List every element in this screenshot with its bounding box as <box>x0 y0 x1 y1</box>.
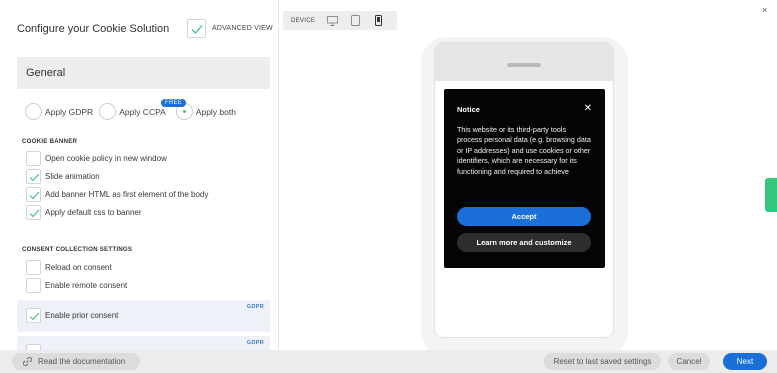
accept-button[interactable]: Accept <box>457 207 591 226</box>
cookie-banner-heading: COOKIE BANNER <box>22 138 78 145</box>
checkbox-prior-consent[interactable] <box>26 308 41 323</box>
advanced-view-label: ADVANCED VIEW <box>212 25 273 32</box>
bottom-action-bar: Read the documentation Reset to last sav… <box>0 350 777 373</box>
check-icon <box>29 191 40 200</box>
notice-title: Notice <box>457 105 480 114</box>
advanced-view-toggle[interactable]: ADVANCED VIEW <box>187 19 273 38</box>
checkbox-remote-consent[interactable] <box>26 278 41 293</box>
side-feedback-tab[interactable] <box>765 178 777 212</box>
option-open-policy-new-window[interactable]: Open cookie policy in new window <box>26 151 167 166</box>
checkbox-default-css[interactable] <box>26 205 41 220</box>
cancel-button[interactable]: Cancel <box>668 353 710 370</box>
read-documentation-label: Read the documentation <box>38 357 126 366</box>
checkbox-banner-html-first[interactable] <box>26 187 41 202</box>
notice-close-icon[interactable]: ✕ <box>584 103 592 114</box>
option-remote-consent[interactable]: Enable remote consent <box>26 278 127 293</box>
read-documentation-button[interactable]: Read the documentation <box>12 353 140 370</box>
next-button[interactable]: Next <box>723 353 767 370</box>
option-reload-on-consent[interactable]: Reload on consent <box>26 260 112 275</box>
radio-apply-gdpr[interactable] <box>25 103 42 120</box>
option-label: Add banner HTML as first element of the … <box>45 190 209 199</box>
reset-settings-button[interactable]: Reset to last saved settings <box>544 353 661 370</box>
check-icon <box>29 312 40 321</box>
check-icon <box>29 209 40 218</box>
prior-consent-card: GDPR Enable prior consent <box>17 300 270 332</box>
link-icon <box>23 357 32 366</box>
checkbox-reload-on-consent[interactable] <box>26 260 41 275</box>
config-panel: Configure your Cookie Solution ADVANCED … <box>0 0 279 350</box>
device-selector: DEVICE <box>283 11 397 30</box>
option-label: Open cookie policy in new window <box>45 154 167 163</box>
close-icon[interactable]: × <box>762 5 767 15</box>
option-label: Enable prior consent <box>45 311 119 320</box>
radio-apply-both-label[interactable]: Apply both <box>196 107 236 117</box>
check-icon <box>29 173 40 182</box>
option-label: Enable remote consent <box>45 281 128 290</box>
mobile-icon[interactable] <box>371 14 385 28</box>
checkbox-slide-animation[interactable] <box>26 169 41 184</box>
notice-text-fade <box>444 181 605 193</box>
advanced-view-checkbox[interactable] <box>187 19 206 38</box>
learn-more-button[interactable]: Learn more and customize <box>457 233 591 252</box>
option-default-css[interactable]: Apply default css to banner <box>26 205 142 220</box>
desktop-icon[interactable] <box>325 14 339 28</box>
cookie-notice-banner: Notice ✕ This website or its third-party… <box>444 89 605 268</box>
checkbox-open-policy-new-window[interactable] <box>26 151 41 166</box>
page-title: Configure your Cookie Solution <box>17 23 170 35</box>
gdpr-tag: GDPR <box>246 340 264 346</box>
option-slide-animation[interactable]: Slide animation <box>26 169 100 184</box>
tablet-icon[interactable] <box>348 14 362 28</box>
option-label: Reload on consent <box>45 263 112 272</box>
check-icon <box>191 25 203 34</box>
radio-apply-gdpr-label[interactable]: Apply GDPR <box>45 107 93 117</box>
phone-speaker <box>507 63 541 67</box>
phone-top-bar <box>435 43 613 81</box>
option-label: Slide animation <box>45 172 100 181</box>
next-gdpr-card: GDPR <box>17 336 270 350</box>
option-label: Apply default css to banner <box>45 208 142 217</box>
free-badge: FREE <box>161 99 187 107</box>
radio-apply-ccpa-label[interactable]: Apply CCPA <box>119 107 166 117</box>
gdpr-tag: GDPR <box>246 304 264 310</box>
option-prior-consent[interactable]: Enable prior consent <box>26 308 118 323</box>
radio-apply-ccpa[interactable] <box>99 103 117 120</box>
regulation-radio-group: Apply GDPR Apply CCPA Apply both <box>25 103 242 120</box>
section-general[interactable]: General <box>17 57 270 89</box>
option-banner-html-first[interactable]: Add banner HTML as first element of the … <box>26 187 208 202</box>
consent-heading: CONSENT COLLECTION SETTINGS <box>22 246 133 253</box>
device-label: DEVICE <box>291 17 316 24</box>
